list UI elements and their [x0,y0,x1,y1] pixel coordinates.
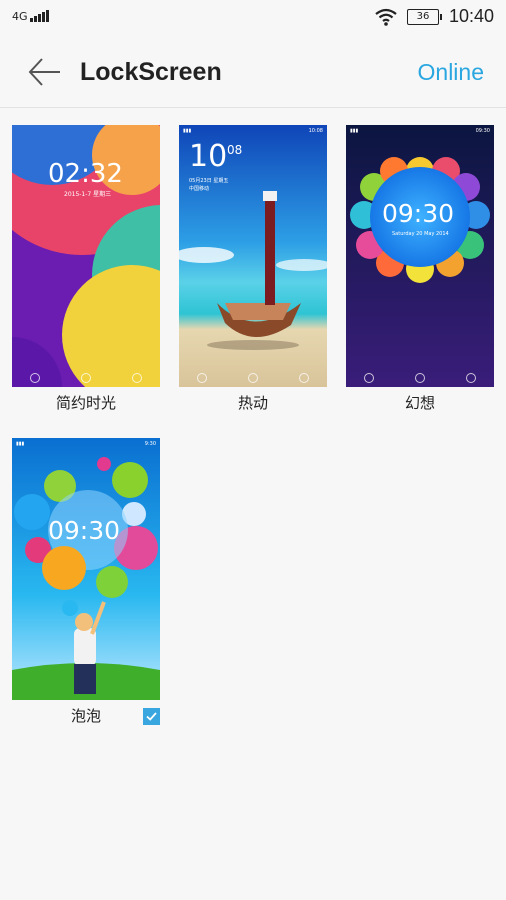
theme-preview[interactable]: 02:32 2015-1-7 星期三 [12,125,160,387]
preview-clock: 09:30 [48,516,121,545]
theme-name: 幻想 [404,394,435,412]
theme-name: 简约时光 [55,394,116,412]
preview-bottom-icons [364,373,476,383]
preview-clock: 09:30 [382,199,455,228]
battery-icon: 36 [406,8,442,25]
back-arrow-icon [28,58,60,86]
network-type: 4G [12,10,28,23]
preview-date: 05月23日 星期五 [189,178,229,184]
theme-preview[interactable]: ▮▮▮ 9:30 09:30 [12,438,160,700]
status-clock: 10:40 [448,6,494,26]
theme-card-fantasy[interactable]: ▮▮▮ 09:30 09:30 Saturday 20 May 2014 幻想 [346,125,494,414]
preview-clock: 02:32 [48,159,123,189]
preview-clock-minute: 08 [227,143,243,157]
theme-name-row: 泡泡 [12,705,160,727]
online-button[interactable]: Online [418,54,484,90]
preview-status-bar: ▮▮▮ 09:30 [350,128,490,134]
preview-date: 2015-1-7 星期三 [64,191,112,198]
title-bar: LockScreen Online [0,36,506,108]
theme-preview-art [12,438,160,700]
theme-name: 泡泡 [70,707,101,725]
signal-strength-icon [29,10,49,22]
page-title: LockScreen [80,58,222,86]
theme-preview-art [346,125,494,387]
preview-bottom-icons [197,373,309,383]
back-button[interactable] [26,54,62,90]
preview-carrier: 中国移动 [189,186,210,192]
preview-date: Saturday 20 May 2014 [392,231,449,237]
preview-status-bar: ▮▮▮ 10:08 [183,128,323,134]
theme-card-hot[interactable]: ▮▮▮ 10:08 10 08 05月23日 星期五 中国移动 热动 [179,125,327,414]
theme-name: 热动 [237,394,268,412]
signal-area: 4G [12,10,49,22]
wifi-icon [375,8,397,26]
theme-preview[interactable]: ▮▮▮ 09:30 09:30 Saturday 20 May 2014 [346,125,494,387]
selected-checkbox[interactable] [143,708,160,725]
check-icon [146,712,157,721]
theme-preview[interactable]: ▮▮▮ 10:08 10 08 05月23日 星期五 中国移动 [179,125,327,387]
theme-card-simple-time[interactable]: 02:32 2015-1-7 星期三 简约时光 [12,125,160,414]
status-right: 36 10:40 [375,6,494,27]
theme-card-bubbles[interactable]: ▮▮▮ 9:30 09:30 泡泡 [12,438,160,727]
preview-clock: 10 [189,139,228,174]
status-bar: 4G 36 10:40 [0,0,506,36]
preview-status-bar: ▮▮▮ 9:30 [16,441,156,447]
preview-bottom-icons [30,373,142,383]
